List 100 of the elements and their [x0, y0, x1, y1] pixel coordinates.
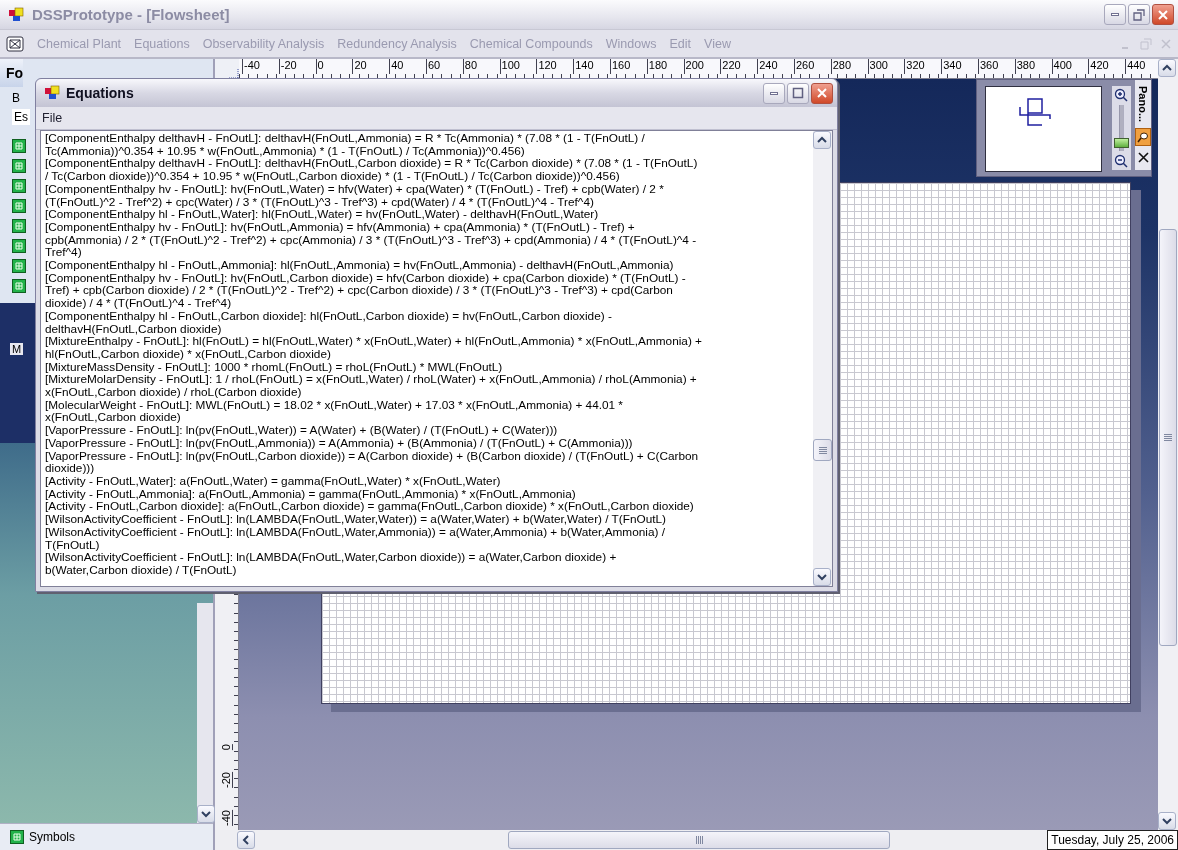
equation-line: [ComponentEnthalpy hl - FnOutL,Carbon dioxide]: hl(FnOutL,Carbon dioxide) = hv(FnOutL,Carbon dioxide) -	[45, 309, 612, 323]
scroll-left-button[interactable]	[237, 831, 255, 849]
ruler-label: 140	[573, 59, 610, 74]
vertical-scrollbar[interactable]	[813, 131, 832, 586]
equation-line: dioxide) / 4 * (T(FnOutL)^4 - Tref^4)	[45, 297, 232, 310]
scroll-thumb[interactable]	[813, 439, 832, 461]
grid-icon	[12, 259, 26, 273]
ruler-label: -20	[278, 59, 316, 74]
ruler-label: 80	[462, 59, 500, 74]
tab-label: Symbols	[29, 830, 75, 844]
equation-line: x(FnOutL,Carbon dioxide)	[45, 411, 181, 425]
zoom-out-icon[interactable]	[1114, 154, 1129, 168]
ruler-label: -20	[220, 772, 233, 789]
scroll-down-button[interactable]	[813, 568, 831, 586]
ruler-label: 300	[867, 59, 905, 74]
equation-line: [WilsonActivityCoefficient - FnOutL]: ln(LAMBDA(FnOutL,Water,Water)) = a(Water,Water) + b(Water,Water) / T(FnOutL)	[45, 513, 667, 526]
maximize-icon	[792, 87, 804, 99]
symbols-tab[interactable]: Symbols	[0, 823, 213, 850]
ruler-label: 320	[904, 59, 942, 74]
pin-button[interactable]	[1135, 128, 1151, 147]
close-icon	[816, 87, 828, 99]
equation-line: delthavH(FnOutL,Carbon dioxide)	[45, 322, 222, 336]
equation-line: [ComponentEnthalpy delthavH - FnOutL]: delthavH(FnOutL,Carbon dioxide) = R * Tc(Carbon dioxide) * (7.08 * (1 - T(FnOutL)	[45, 157, 698, 171]
slider-thumb[interactable]	[1113, 138, 1129, 149]
minimize-icon	[770, 91, 778, 95]
text-field[interactable]: Es	[12, 109, 30, 125]
ruler-label: -40	[220, 810, 233, 826]
scroll-down-button[interactable]	[197, 805, 215, 823]
equation-line: (T(FnOutL)^2 - Tref^2) + cpc(Water) / 3 * (T(FnOutL)^3 - Tref^3) + cpd(Water) / 4 * (T(FnOutL)^4 - Tref^4)	[45, 195, 594, 209]
grid-icon	[12, 239, 26, 253]
ruler-label: 280	[830, 59, 868, 74]
document-icon	[6, 35, 24, 52]
window-title: DSSPrototype - [Flowsheet]	[32, 6, 231, 23]
ruler-label: 60	[426, 59, 463, 74]
menu-item[interactable]: Equations	[134, 36, 190, 51]
ruler-label: 400	[1051, 59, 1089, 74]
menu-item[interactable]: Edit	[669, 36, 692, 51]
equation-line: [Activity - FnOutL,Water]: a(FnOutL,Water) = gamma(FnOutL,Water) * x(FnOutL,Water)	[45, 475, 501, 488]
ruler-label: 340	[941, 59, 978, 74]
scroll-bar[interactable]	[197, 603, 213, 823]
grid-icon	[12, 279, 26, 293]
equation-line: [MolecularWeight - FnOutL]: MWL(FnOutL) = 18.02 * x(FnOutL,Water) + 17.03 * x(FnOutL,Ammonia) + 44.01 *	[45, 398, 623, 412]
equation-line: [WilsonActivityCoefficient - FnOutL]: ln(LAMBDA(FnOutL,Water,Ammonia)) = a(Water,Ammonia) + b(Water,Ammonia) /	[45, 525, 665, 539]
ruler-label: 260	[793, 59, 831, 74]
ruler-label: 0	[220, 744, 233, 751]
date-tooltip: Tuesday, July 25, 2006	[1047, 830, 1178, 850]
grid-icon	[12, 159, 26, 173]
ruler-label: 360	[977, 59, 1015, 74]
equation-line: b(Water,Carbon dioxide) / T(FnOutL)	[45, 563, 237, 577]
scroll-down-button[interactable]	[1158, 812, 1176, 830]
panel-header: Fo	[0, 59, 24, 87]
ruler-label: 120	[536, 59, 574, 74]
grid-icon	[12, 199, 26, 213]
equation-line: cpb(Ammonia) / 2 * (T(FnOutL)^2 - Tref^2) + cpc(Ammonia) / 3 * (T(FnOutL)^3 - Tref^3) + cpd(Ammonia) / 4 * (T(FnOutL)^4 -	[45, 233, 697, 247]
equation-line: x(FnOutL,Carbon dioxide) / rhoL(Carbon dioxide)	[45, 386, 302, 399]
close-button[interactable]	[1152, 4, 1174, 25]
app-icon	[44, 85, 60, 101]
equation-line: Tc(Ammonia))^0.354 + 10.95 * w(FnOutL,Ammonia) * (1 - T(FnOutL) / Tc(Ammonia))^0.456)	[45, 144, 525, 158]
zoom-slider[interactable]	[1112, 105, 1130, 151]
menu-item[interactable]: Chemical Compounds	[469, 36, 593, 51]
ruler-label: 220	[720, 59, 758, 74]
ruler-label: 380	[1014, 59, 1052, 74]
menu-item[interactable]: Observability Analysis	[202, 36, 325, 51]
menu-item[interactable]: View	[704, 36, 731, 51]
equation-line: T(FnOutL)	[45, 538, 100, 552]
equation-line: [ComponentEnthalpy hv - FnOutL]: hv(FnOutL,Water) = hfv(Water) + cpa(Water) * (T(FnOutL) - Tref) + cpb(Water) / 2 *	[45, 182, 664, 196]
equation-line: [Activity - FnOutL,Carbon dioxide]: a(FnOutL,Carbon dioxide) = gamma(FnOutL,Carbon dioxide) * x(FnOutL,Carbon dioxide)	[45, 500, 694, 514]
menu-item[interactable]: Redundency Analysis	[337, 36, 457, 51]
equation-line: [MixtureMassDensity - FnOutL]: 1000 * rhomL(FnOutL) = rhoL(FnOutL) * MWL(FnOutL)	[45, 360, 503, 374]
restore-button[interactable]	[1128, 4, 1150, 25]
ruler-label: 100	[499, 59, 537, 74]
maximize-button[interactable]	[787, 82, 809, 104]
scroll-up-button[interactable]	[813, 131, 831, 149]
close-icon	[1157, 8, 1169, 21]
scroll-thumb[interactable]	[508, 831, 890, 849]
ruler-label: 240	[757, 59, 794, 74]
minimize-button[interactable]	[763, 82, 785, 104]
close-button[interactable]	[811, 82, 833, 104]
panel-title: Pano...	[1137, 86, 1149, 123]
vertical-scrollbar[interactable]	[1158, 59, 1178, 830]
menu-item[interactable]: Chemical Plant	[37, 36, 122, 51]
grid-icon	[12, 219, 26, 233]
close-icon[interactable]	[1137, 152, 1149, 164]
panel-label: B	[12, 91, 20, 105]
menu-item[interactable]: File	[42, 111, 63, 125]
equation-line: [ComponentEnthalpy delthavH - FnOutL]: delthavH(FnOutL,Ammonia) = R * Tc(Ammonia) * (7.08 * (1 - T(FnOutL) /	[45, 132, 645, 145]
equation-line: [Activity - FnOutL,Ammonia]: a(FnOutL,Ammonia) = gamma(FnOutL,Ammonia) * x(FnOutL,Ammonia)	[45, 487, 576, 501]
equation-line: [ComponentEnthalpy hv - FnOutL]: hv(FnOutL,Ammonia) = hfv(Ammonia) + cpa(Ammonia) * (T(FnOutL) - Tref) +	[45, 220, 635, 234]
scroll-thumb[interactable]	[1159, 229, 1177, 646]
menu-item[interactable]: Windows	[605, 36, 657, 51]
zoom-in-icon[interactable]	[1114, 88, 1129, 102]
minimize-button[interactable]	[1104, 4, 1126, 25]
scroll-up-button[interactable]	[1158, 59, 1176, 77]
ruler-label: 20	[352, 59, 390, 74]
equation-line: Tref) + cpb(Carbon dioxide) / 2 * (T(FnOutL)^2 - Tref^2) + cpc(Carbon dioxide) / 3 * (T(FnOutL)^3 - Tref^3) + cpd(Carbon	[45, 284, 673, 298]
equation-line: [MixtureEnthalpy - FnOutL]: hl(FnOutL) = hl(FnOutL,Water) * x(FnOutL,Water) + hl(FnOutL,Ammonia) * x(FnOutL,Ammonia) +	[45, 335, 702, 348]
grid-icon	[10, 830, 24, 844]
ruler-origin-icon	[229, 69, 239, 79]
ruler-label: 40	[389, 59, 426, 74]
equation-line: [VaporPressure - FnOutL]: ln(pv(FnOutL,Ammonia)) = A(Ammonia) + (B(Ammonia) / (T(FnOutL) + C(Ammonia)))	[45, 436, 633, 450]
